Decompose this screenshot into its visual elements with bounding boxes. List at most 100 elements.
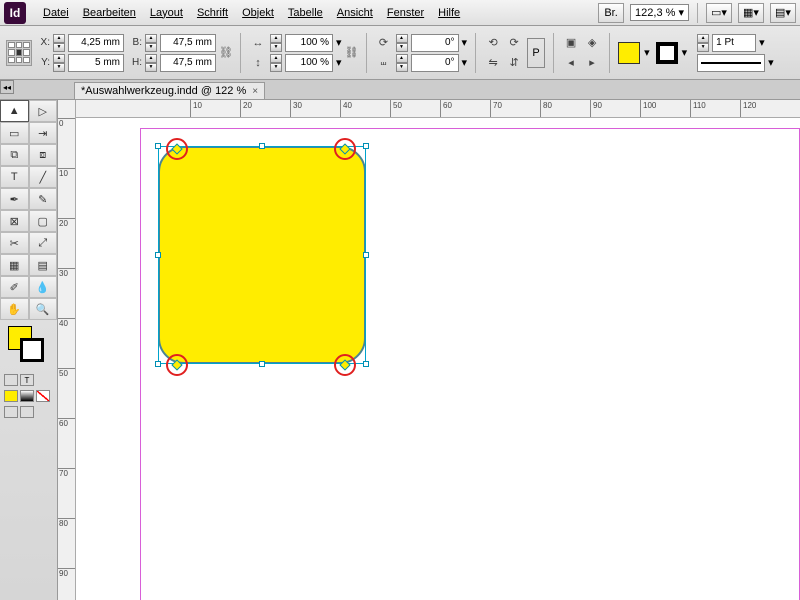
tab-title: *Auswahlwerkzeug.indd @ 122 % xyxy=(81,85,246,97)
menu-fenster[interactable]: Fenster xyxy=(380,3,431,23)
h-label: H: xyxy=(128,57,142,68)
h-stepper[interactable]: ▲▼ xyxy=(145,54,157,72)
view-mode-normal-icon[interactable] xyxy=(4,406,18,418)
view-mode-preview-icon[interactable] xyxy=(20,406,34,418)
content-collector-tool[interactable]: ⧉ xyxy=(0,144,29,166)
handle-sw[interactable] xyxy=(155,361,161,367)
strokew-stepper[interactable]: ▲▼ xyxy=(697,34,709,52)
horizontal-ruler[interactable]: 10 20 30 40 50 60 70 80 90 100 110 120 xyxy=(76,100,800,118)
free-transform-tool[interactable]: ⤢ xyxy=(29,232,58,254)
stroke-style-select[interactable] xyxy=(697,54,765,72)
handle-n[interactable] xyxy=(259,143,265,149)
scale-y-input[interactable]: 100 % xyxy=(285,54,333,72)
panel-toggle-icon[interactable]: ◂◂ xyxy=(0,80,14,94)
shear-stepper[interactable]: ▲▼ xyxy=(396,54,408,72)
rotate-ccw-icon[interactable]: ⟲ xyxy=(484,34,502,52)
menu-tabelle[interactable]: Tabelle xyxy=(281,3,330,23)
line-tool[interactable]: ╱ xyxy=(29,166,58,188)
document-tab[interactable]: *Auswahlwerkzeug.indd @ 122 % × xyxy=(74,82,265,99)
handle-se[interactable] xyxy=(363,361,369,367)
menu-objekt[interactable]: Objekt xyxy=(235,3,281,23)
fill-stroke-proxy[interactable] xyxy=(4,324,53,368)
flip-v-icon[interactable]: ⇵ xyxy=(505,54,523,72)
menu-hilfe[interactable]: Hilfe xyxy=(431,3,467,23)
menu-ansicht[interactable]: Ansicht xyxy=(330,3,380,23)
handle-s[interactable] xyxy=(259,361,265,367)
rotate-cw-icon[interactable]: ⟳ xyxy=(505,34,523,52)
swatch-dropdown-icon[interactable]: ▾ xyxy=(644,46,650,59)
vertical-ruler[interactable]: 0 10 20 30 40 50 60 70 80 90 xyxy=(58,100,76,600)
stroke-dropdown-icon[interactable]: ▾ xyxy=(682,46,688,59)
select-next-icon[interactable]: ▸ xyxy=(583,54,601,72)
rotate-icon: ⟳ xyxy=(375,34,393,52)
h-input[interactable]: 47,5 mm xyxy=(160,54,216,72)
y-input[interactable]: 5 mm xyxy=(68,54,124,72)
constrain-scale-icon[interactable]: ⛓ xyxy=(346,37,358,69)
rot-stepper[interactable]: ▲▼ xyxy=(396,34,408,52)
scissors-tool[interactable]: ✂ xyxy=(0,232,29,254)
pen-tool[interactable]: ✒ xyxy=(0,188,29,210)
rotate-input[interactable]: 0° xyxy=(411,34,459,52)
shear-icon: ⧢ xyxy=(375,54,393,72)
scalex-stepper[interactable]: ▲▼ xyxy=(270,34,282,52)
workspace-button[interactable]: ▤▾ xyxy=(770,3,796,23)
stroke-weight-input[interactable]: 1 Pt xyxy=(712,34,756,52)
eyedropper-tool[interactable]: 💧 xyxy=(29,276,58,298)
page-tool[interactable]: ▭ xyxy=(0,122,29,144)
x-input[interactable]: 4,25 mm xyxy=(68,34,124,52)
scaley-stepper[interactable]: ▲▼ xyxy=(270,54,282,72)
rectangle-tool[interactable]: ▢ xyxy=(29,210,58,232)
flip-h-icon[interactable]: ⇋ xyxy=(484,54,502,72)
shear-input[interactable]: 0° xyxy=(411,54,459,72)
screen-mode-button[interactable]: ▭▾ xyxy=(706,3,732,23)
menu-datei[interactable]: Datei xyxy=(36,3,76,23)
pencil-tool[interactable]: ✎ xyxy=(29,188,58,210)
canvas-area[interactable]: 10 20 30 40 50 60 70 80 90 100 110 120 xyxy=(76,100,800,600)
fill-swatch[interactable] xyxy=(618,42,640,64)
flip-indicator-icon: P xyxy=(527,38,545,68)
direct-selection-tool[interactable]: ▷ xyxy=(29,100,58,122)
selection-tool[interactable]: ▲ xyxy=(0,100,29,122)
note-tool[interactable]: ✐ xyxy=(0,276,29,298)
apply-none-icon[interactable] xyxy=(36,390,50,402)
apply-gradient-icon[interactable] xyxy=(20,390,34,402)
handle-e[interactable] xyxy=(363,252,369,258)
zoom-level-input[interactable]: 122,3 % ▾ xyxy=(630,4,689,21)
y-stepper[interactable]: ▲▼ xyxy=(53,54,65,72)
handle-nw[interactable] xyxy=(155,143,161,149)
scale-x-input[interactable]: 100 % xyxy=(285,34,333,52)
formatting-container-icon[interactable] xyxy=(4,374,18,386)
menu-bearbeiten[interactable]: Bearbeiten xyxy=(76,3,143,23)
stroke-swatch[interactable] xyxy=(656,42,678,64)
hand-tool[interactable]: ✋ xyxy=(0,298,29,320)
x-stepper[interactable]: ▲▼ xyxy=(53,34,65,52)
select-prev-icon[interactable]: ◂ xyxy=(562,54,580,72)
handle-ne[interactable] xyxy=(363,143,369,149)
selection-bbox xyxy=(158,146,366,364)
reference-point[interactable] xyxy=(6,40,32,66)
control-bar: X: ▲▼ 4,25 mm Y: ▲▼ 5 mm B: ▲▼ 47,5 mm H… xyxy=(0,26,800,80)
constrain-wh-icon[interactable]: ⛓ xyxy=(220,37,232,69)
gradient-swatch-tool[interactable]: ▦ xyxy=(0,254,29,276)
type-tool[interactable]: T xyxy=(0,166,29,188)
w-stepper[interactable]: ▲▼ xyxy=(145,34,157,52)
select-content-icon[interactable]: ◈ xyxy=(583,34,601,52)
menu-schrift[interactable]: Schrift xyxy=(190,3,235,23)
w-input[interactable]: 47,5 mm xyxy=(160,34,216,52)
close-icon[interactable]: × xyxy=(252,86,258,97)
handle-w[interactable] xyxy=(155,252,161,258)
rectangle-frame-tool[interactable]: ⊠ xyxy=(0,210,29,232)
select-container-icon[interactable]: ▣ xyxy=(562,34,580,52)
stroke-proxy-icon[interactable] xyxy=(20,338,44,362)
bridge-button[interactable]: Br. xyxy=(598,3,624,23)
gradient-feather-tool[interactable]: ▤ xyxy=(29,254,58,276)
formatting-text-icon[interactable]: T xyxy=(20,374,34,386)
menu-layout[interactable]: Layout xyxy=(143,3,190,23)
gap-tool[interactable]: ⇥ xyxy=(29,122,58,144)
apply-color-icon[interactable] xyxy=(4,390,18,402)
workspace: ▲ ▷ ▭ ⇥ ⧉ ⧈ T ╱ ✒ ✎ ⊠ ▢ ✂ ⤢ ▦ ▤ ✐ 💧 ✋ 🔍 xyxy=(0,100,800,600)
zoom-tool[interactable]: 🔍 xyxy=(29,298,58,320)
document-tab-strip: *Auswahlwerkzeug.indd @ 122 % × xyxy=(0,80,800,100)
content-placer-tool[interactable]: ⧈ xyxy=(29,144,58,166)
arrange-button[interactable]: ▦▾ xyxy=(738,3,764,23)
